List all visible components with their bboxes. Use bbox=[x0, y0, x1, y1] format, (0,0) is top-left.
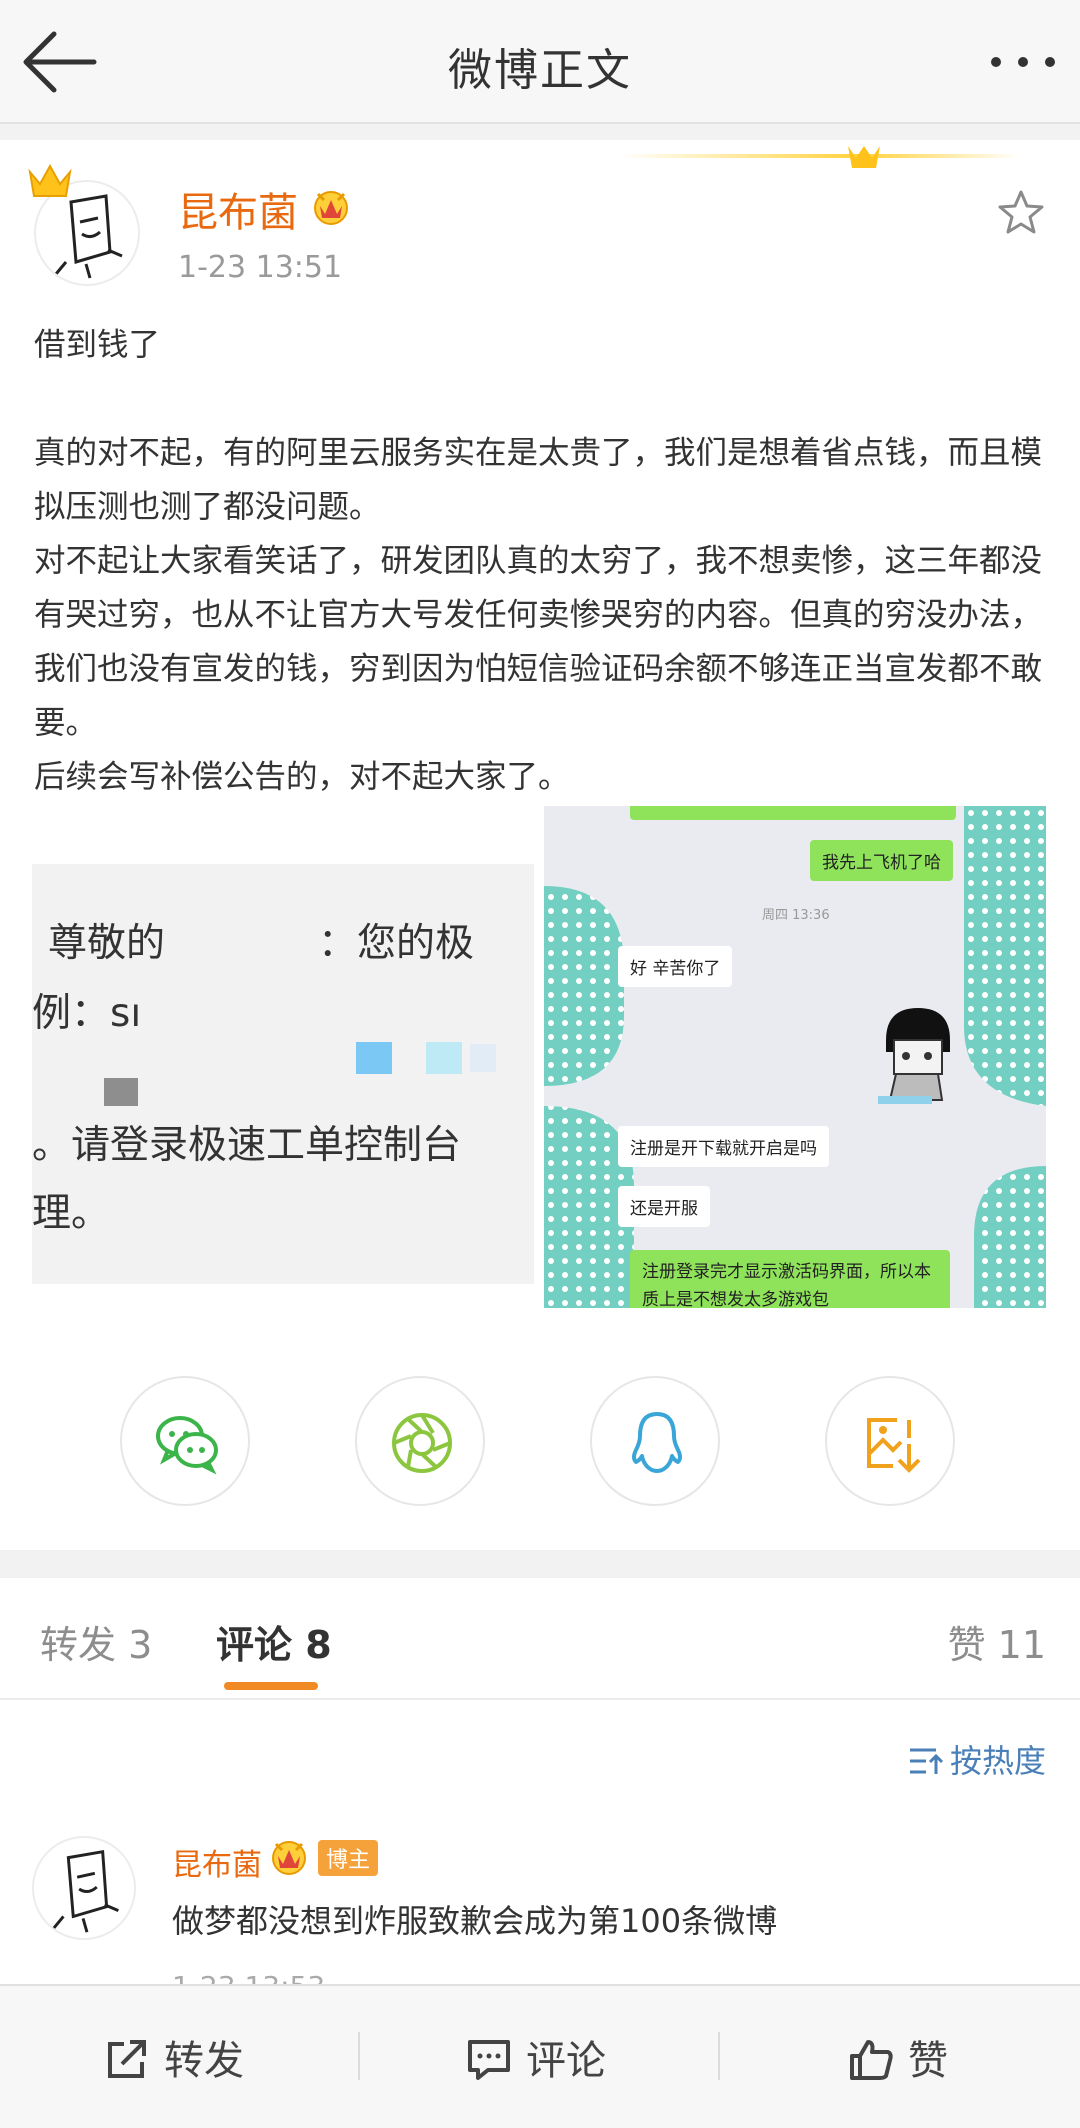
bottom-action-bar: 转发 评论 赞 bbox=[0, 1984, 1080, 2128]
post-paragraph-blank bbox=[34, 372, 1046, 426]
dotted-pattern-background bbox=[544, 806, 1046, 1308]
blur-block bbox=[470, 1044, 496, 1072]
blur-block bbox=[356, 1042, 392, 1074]
tab-like[interactable]: 赞 11 bbox=[948, 1614, 1046, 1669]
moments-icon bbox=[392, 1413, 452, 1473]
chat-timestamp: 周四 13:36 bbox=[762, 908, 830, 923]
active-tab-indicator bbox=[224, 1682, 318, 1690]
top-navigation-bar: 微博正文 bbox=[0, 0, 1080, 124]
share-wechat-button[interactable] bbox=[120, 1376, 250, 1506]
section-gap bbox=[0, 124, 1080, 140]
repost-label: 转发 bbox=[164, 2038, 244, 2084]
repost-button[interactable]: 转发 bbox=[104, 2028, 244, 2086]
like-label: 赞 bbox=[908, 2038, 948, 2084]
sort-icon bbox=[909, 1748, 944, 1774]
comment-label: 评论 bbox=[526, 2038, 606, 2084]
avatar-crown-icon bbox=[26, 162, 74, 202]
repost-icon bbox=[108, 2040, 146, 2078]
author-name[interactable]: 昆布菌 bbox=[178, 180, 298, 238]
chat-bubble: 注册是开下载就开启是吗 bbox=[618, 1126, 829, 1167]
more-options-icon[interactable] bbox=[988, 40, 1058, 84]
qq-icon bbox=[632, 1412, 682, 1473]
divider bbox=[718, 2032, 720, 2080]
like-button[interactable]: 赞 bbox=[848, 2028, 948, 2086]
comment-avatar[interactable] bbox=[32, 1836, 136, 1940]
divider bbox=[358, 2032, 360, 2080]
share-qq-button[interactable] bbox=[590, 1376, 720, 1506]
author-badge: 博主 bbox=[318, 1840, 379, 1876]
divider bbox=[0, 1698, 1080, 1700]
blur-block bbox=[104, 1078, 138, 1106]
comment-icon bbox=[468, 2040, 510, 2080]
vip-crown-icon bbox=[310, 186, 352, 226]
weibo-post-page: 微博正文 昆布菌 1-23 13:51 借到钱了 真的对不起，有的阿里云服务实在… bbox=[0, 0, 1080, 2128]
tab-comment[interactable]: 评论 8 bbox=[216, 1614, 332, 1669]
favorite-star-icon[interactable] bbox=[996, 188, 1046, 238]
share-moments-button[interactable] bbox=[355, 1376, 485, 1506]
section-gap bbox=[0, 1550, 1080, 1578]
page-title: 微博正文 bbox=[448, 45, 632, 96]
save-image-icon bbox=[867, 1418, 921, 1473]
sort-label: 按热度 bbox=[949, 1742, 1046, 1780]
sticker-meme-icon bbox=[866, 1000, 966, 1110]
image-text-line: 例：sı bbox=[32, 991, 142, 1036]
blur-block bbox=[426, 1042, 462, 1074]
image-text-line: ：您的极 bbox=[318, 921, 475, 966]
chat-bubble: 好 辛苦你了 bbox=[618, 946, 733, 987]
image-text-line: 。请登录极速工单控制台 bbox=[32, 1123, 462, 1168]
post-image-chat-screenshot[interactable]: 我先上飞机了哈 周四 13:36 好 辛苦你了 注册是开下载就开启是吗 还是开服… bbox=[544, 806, 1046, 1308]
chat-bubble: 还是开服 bbox=[618, 1186, 710, 1227]
comment-author-name[interactable]: 昆布菌 bbox=[172, 1840, 262, 1884]
post-timestamp: 1-23 13:51 bbox=[178, 250, 343, 285]
wechat-icon bbox=[156, 1416, 218, 1475]
chat-bubble-partial bbox=[630, 806, 956, 820]
post-image-sms-screenshot[interactable]: 尊敬的 ：您的极 例：sı 。请登录极速工单控制台 理。 bbox=[32, 864, 534, 1284]
comment-button[interactable]: 评论 bbox=[466, 2028, 606, 2086]
image-text-line: 尊敬的 bbox=[48, 921, 166, 966]
chat-bubble: 注册登录完才显示激活码界面，所以本质上是不想发太多游戏包 bbox=[630, 1250, 950, 1308]
post-paragraph: 后续会写补偿公告的，对不起大家了。 bbox=[34, 759, 570, 795]
chat-bubble: 我先上飞机了哈 bbox=[810, 840, 953, 881]
save-image-button[interactable] bbox=[825, 1376, 955, 1506]
post-paragraph: 真的对不起，有的阿里云服务实在是太贵了，我们是想着省点钱，而且模拟压测也测了都没… bbox=[34, 435, 1043, 525]
vip-crown-icon bbox=[268, 1836, 310, 1876]
post-content: 借到钱了 真的对不起，有的阿里云服务实在是太贵了，我们是想着省点钱，而且模拟压测… bbox=[34, 318, 1046, 804]
thumbs-up-icon bbox=[850, 2040, 893, 2080]
post-paragraph: 借到钱了 bbox=[34, 327, 161, 363]
image-text-line: 理。 bbox=[32, 1191, 111, 1236]
comment-text: 做梦都没想到炸服致歉会成为第100条微博 bbox=[172, 1902, 778, 1940]
post-paragraph: 对不起让大家看笑话了，研发团队真的太穷了，我不想卖惨，这三年都没有哭过穷，也从不… bbox=[34, 543, 1043, 741]
crown-decoration-icon bbox=[620, 146, 1020, 168]
sort-by-hot-button[interactable]: 按热度 bbox=[908, 1736, 1046, 1782]
tab-repost[interactable]: 转发 3 bbox=[40, 1614, 152, 1669]
